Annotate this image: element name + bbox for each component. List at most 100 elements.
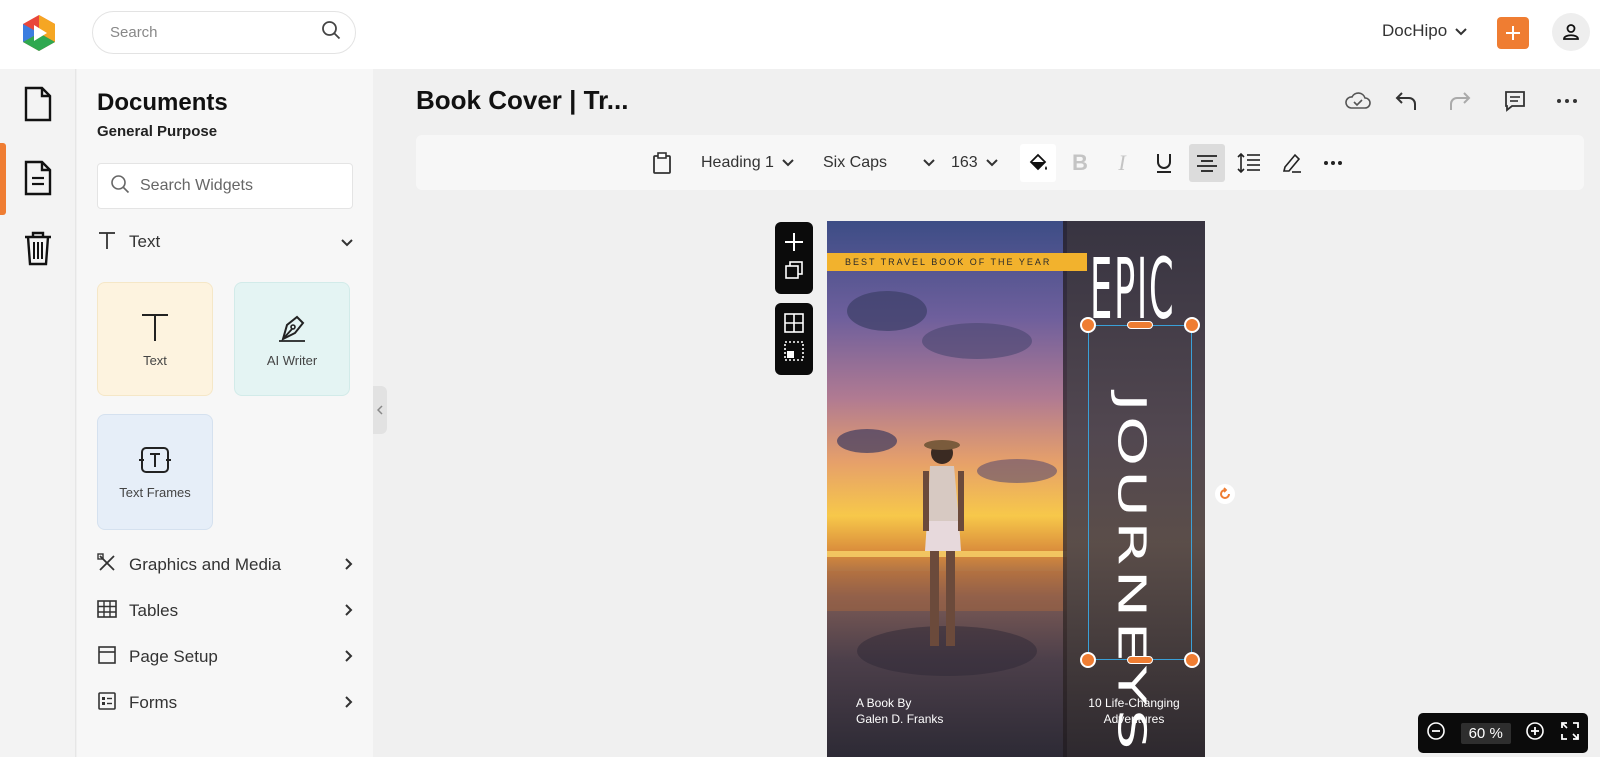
underline-button[interactable] bbox=[1146, 144, 1182, 182]
section-label: Graphics and Media bbox=[129, 555, 282, 574]
widget-tile-label: AI Writer bbox=[266, 352, 318, 368]
add-page-icon[interactable] bbox=[784, 232, 804, 257]
page-actions-toolbar bbox=[775, 222, 813, 294]
org-name: DocHipo bbox=[1382, 21, 1448, 40]
top-bar: DocHipo bbox=[0, 0, 1600, 69]
font-size-dropdown[interactable]: 163 bbox=[951, 135, 998, 190]
resize-handle-bottom[interactable] bbox=[1127, 656, 1153, 664]
zoom-out-icon[interactable] bbox=[1426, 721, 1446, 746]
align-center-icon bbox=[1197, 155, 1217, 172]
resize-handle-top-right[interactable] bbox=[1184, 317, 1200, 333]
align-center-button[interactable] bbox=[1189, 144, 1225, 182]
widget-tile-text-frames[interactable]: Text Frames bbox=[97, 414, 213, 530]
fill-color-button[interactable] bbox=[1020, 144, 1056, 182]
widget-tile-text[interactable]: Text bbox=[97, 282, 213, 396]
chevron-right-icon bbox=[345, 693, 353, 713]
zoom-control: 60 % bbox=[1418, 713, 1588, 753]
user-icon bbox=[1563, 24, 1579, 40]
widget-tile-ai-writer[interactable]: AI Writer bbox=[234, 282, 350, 396]
italic-button[interactable]: I bbox=[1104, 144, 1140, 182]
plus-icon bbox=[1506, 26, 1520, 40]
app-logo[interactable] bbox=[20, 13, 58, 53]
more-options-icon[interactable] bbox=[1553, 87, 1581, 115]
font-family-value: Six Caps bbox=[823, 153, 888, 171]
text-tool-icon bbox=[97, 230, 117, 255]
fullscreen-icon[interactable] bbox=[1560, 721, 1580, 746]
zoom-value: 60 bbox=[1468, 724, 1486, 742]
resize-handle-bottom-left[interactable] bbox=[1080, 652, 1096, 668]
font-family-dropdown[interactable]: Six Caps bbox=[823, 135, 935, 190]
section-text[interactable]: Text bbox=[97, 227, 353, 257]
section-page-setup[interactable]: Page Setup bbox=[97, 642, 353, 672]
zoom-level[interactable]: 60 % bbox=[1460, 722, 1511, 744]
create-new-button[interactable] bbox=[1497, 17, 1529, 49]
tagline-line-2: Adventures bbox=[1103, 712, 1165, 726]
section-label: Forms bbox=[129, 693, 178, 712]
clipboard-icon bbox=[653, 151, 671, 174]
more-options-icon bbox=[1324, 161, 1342, 165]
redo-icon[interactable] bbox=[1446, 87, 1474, 115]
paint-bucket-icon bbox=[1029, 153, 1047, 171]
chevron-right-icon bbox=[345, 601, 353, 621]
global-search[interactable] bbox=[92, 11, 356, 54]
pen-nib-icon bbox=[279, 315, 305, 342]
section-graphics-media[interactable]: Graphics and Media bbox=[97, 550, 353, 580]
rail-documents[interactable] bbox=[0, 69, 76, 139]
document-text-icon bbox=[24, 160, 52, 196]
widget-search-input[interactable] bbox=[140, 177, 352, 195]
section-forms[interactable]: Forms bbox=[97, 688, 353, 718]
chevron-right-icon bbox=[345, 647, 353, 667]
duplicate-page-icon[interactable] bbox=[785, 261, 803, 284]
comment-icon[interactable] bbox=[1501, 87, 1529, 115]
cover-byline[interactable]: A Book By Galen D. Franks bbox=[856, 695, 943, 727]
collapse-panel-handle[interactable] bbox=[373, 386, 387, 434]
zoom-in-icon[interactable] bbox=[1525, 721, 1545, 746]
search-icon[interactable] bbox=[321, 20, 341, 45]
form-icon bbox=[97, 691, 117, 716]
more-format-button[interactable] bbox=[1315, 144, 1351, 182]
user-menu-button[interactable] bbox=[1552, 13, 1590, 51]
section-text-label: Text bbox=[129, 232, 161, 251]
chevron-right-icon bbox=[345, 555, 353, 575]
grid-icon[interactable] bbox=[784, 312, 804, 338]
trash-icon bbox=[25, 231, 51, 266]
format-toolbar: Heading 1 Six Caps 163 B I bbox=[416, 135, 1584, 190]
section-label: Tables bbox=[129, 601, 179, 620]
highlight-button[interactable] bbox=[1273, 144, 1309, 182]
beach-sunset-image bbox=[827, 291, 1067, 676]
cloud-save-icon[interactable] bbox=[1344, 87, 1372, 115]
cover-title-line-1[interactable]: EPIC bbox=[1090, 247, 1175, 331]
cover-banner[interactable]: BEST TRAVEL BOOK OF THE YEAR bbox=[827, 253, 1087, 271]
widget-search[interactable] bbox=[97, 163, 353, 209]
resize-handle-bottom-right[interactable] bbox=[1184, 652, 1200, 668]
text-style-dropdown[interactable]: Heading 1 bbox=[701, 135, 794, 190]
paste-format-button[interactable] bbox=[652, 135, 672, 190]
section-label: Page Setup bbox=[129, 647, 218, 666]
underline-icon bbox=[1157, 154, 1171, 173]
widget-tile-label: Text Frames bbox=[119, 484, 191, 500]
resize-handle-top[interactable] bbox=[1127, 321, 1153, 329]
search-input[interactable] bbox=[110, 24, 321, 41]
rail-trash[interactable] bbox=[0, 213, 76, 283]
resize-handle-top-left[interactable] bbox=[1080, 317, 1096, 333]
org-switcher[interactable]: DocHipo bbox=[1382, 21, 1467, 41]
select-area-icon[interactable] bbox=[784, 340, 804, 366]
bold-icon: B bbox=[1072, 150, 1088, 175]
byline-line-2: Galen D. Franks bbox=[856, 712, 944, 726]
line-spacing-button[interactable] bbox=[1231, 144, 1267, 182]
line-spacing-icon bbox=[1237, 152, 1260, 174]
rail-document-widgets[interactable] bbox=[0, 143, 76, 213]
panel-subtitle: General Purpose bbox=[97, 123, 218, 140]
document-icon bbox=[24, 86, 52, 122]
bold-button[interactable]: B bbox=[1062, 144, 1098, 182]
chevron-down-icon bbox=[782, 158, 794, 166]
section-tables[interactable]: Tables bbox=[97, 596, 353, 626]
zoom-unit: % bbox=[1489, 724, 1503, 742]
cover-tagline[interactable]: 10 Life-Changing Adventures bbox=[1073, 695, 1195, 727]
rotate-handle[interactable] bbox=[1215, 484, 1235, 504]
text-frame-icon bbox=[139, 446, 171, 473]
document-title[interactable]: Book Cover | Tr... bbox=[416, 85, 628, 116]
undo-icon[interactable] bbox=[1392, 87, 1420, 115]
chevron-down-icon bbox=[985, 158, 998, 166]
rotate-icon bbox=[1220, 487, 1230, 499]
